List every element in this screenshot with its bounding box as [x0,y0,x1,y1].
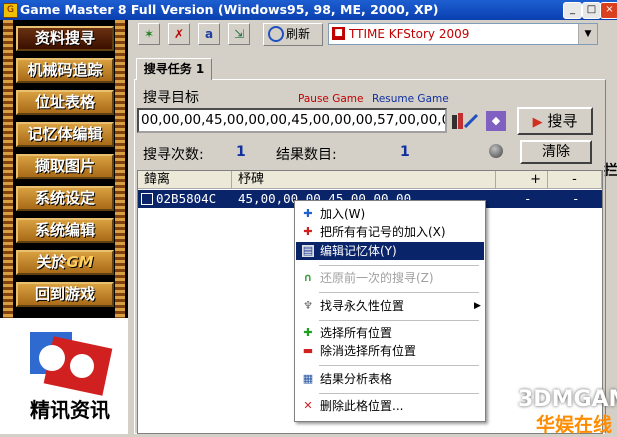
menu-separator [319,393,479,394]
right-edge-panel [606,50,617,434]
menu-item-deselect-all[interactable]: ▬ 除消选择所有位置 [296,342,484,360]
plus-icon: ✚ [303,225,313,238]
menu-item-result-analysis[interactable]: ▦ 结果分析表格 [296,370,484,388]
play-icon: ▶ [532,115,543,130]
sidebar-item-back-to-game[interactable]: 回到游戏 [16,282,114,307]
title-bar[interactable]: G Game Master 8 Full Version (Windows95,… [0,0,617,20]
search-type-icon[interactable] [451,111,479,131]
sidebar-item-capture-image[interactable]: 撷取图片 [16,154,114,179]
minimize-button[interactable]: _ [563,2,582,19]
logo-mark-icon [30,332,113,396]
refresh-icon [268,26,284,42]
menu-item-undo-search-label: 还原前一次的搜寻(Z) [320,271,434,285]
menu-item-delete-position[interactable]: ✕ 删除此格位置... [296,397,484,415]
menu-item-result-analysis-label: 结果分析表格 [320,372,393,386]
process-select[interactable]: ■ TTIME KFStory 2009 ▼ [328,23,598,45]
sidebar-item-data-search[interactable]: 资料搜寻 [16,26,114,51]
menu-item-add-all-marked[interactable]: ✚ 把所有有记号的加入(X) [296,223,484,241]
resume-game-link[interactable]: Resume Game [372,93,449,105]
app-icon: G [3,3,18,18]
text-icon[interactable]: a [198,23,220,45]
context-menu: ✚ 加入(W) ✚ 把所有有记号的加入(X) ▤ 编辑记忆体(Y) ∩ 还原前一次的搜寻… [294,200,486,422]
delete-task-icon[interactable]: ✗ [168,23,190,45]
menu-item-select-all[interactable]: ✚ 选择所有位置 [296,324,484,342]
toolbar: ✶ ✗ a ⇲ 刷新 ■ TTIME KFStory 2009 ▼ [128,20,617,50]
close-button[interactable]: × [600,2,617,19]
column-header-value[interactable]: 杼碑 [232,171,496,189]
sidebar-item-system-edit[interactable]: 系统编辑 [16,218,114,243]
plus-icon: ✚ [303,326,313,339]
process-icon: ■ [332,27,345,40]
menu-item-edit-memory-label: 编辑记忆体(Y) [320,244,397,258]
table-icon: ▦ [302,372,314,385]
menu-item-select-all-label: 选择所有位置 [320,326,393,340]
menu-item-delete-position-label: 删除此格位置... [320,399,404,413]
pause-game-link[interactable]: Pause Game [298,93,363,105]
menu-item-deselect-all-label: 除消选择所有位置 [320,344,417,358]
menu-item-add[interactable]: ✚ 加入(W) [296,205,484,223]
chevron-down-icon[interactable]: ▼ [578,24,597,44]
logo-text: 精讯资讯 [30,398,110,422]
column-header-address[interactable]: 鍏离 [138,171,232,189]
watermark-line2: 华娱在线 [536,414,613,436]
row-plus: - [524,191,532,206]
refresh-label: 刷新 [286,27,311,41]
clear-button[interactable]: 清除 [520,140,592,164]
search-value-input[interactable]: 00,00,00,45,00,00,00,45,00,00,00,57,00,0… [137,108,447,133]
submenu-arrow-icon: ▶ [474,301,481,311]
maximize-button[interactable]: □ [582,2,601,19]
sidebar-rail-right [115,20,125,320]
minus-icon: ▬ [302,344,314,357]
menu-item-find-permanent[interactable]: ♆ 找寻永久性位置 ▶ [296,297,484,315]
plus-icon: ✚ [303,207,313,220]
row-minus: - [572,191,580,206]
menu-separator [319,265,479,266]
tab-search-task-1[interactable]: 搜寻任务 1 [136,58,212,80]
search-options-icon[interactable]: ◆ [486,111,506,131]
search-count-value: 1 [236,144,246,160]
sidebar-rail-left [3,20,13,320]
sidebar-item-machine-code-trace[interactable]: 机械码追踪 [16,58,114,83]
result-count-value: 1 [400,144,410,160]
window-title: Game Master 8 Full Version (Windows95, 9… [20,2,439,17]
undo-icon: ∩ [303,271,313,284]
menu-separator [319,292,479,293]
search-button-label: 搜寻 [547,112,578,130]
menu-item-edit-memory[interactable]: ▤ 编辑记忆体(Y) [296,242,484,260]
process-value: TTIME KFStory 2009 [349,27,470,41]
search-button[interactable]: ▶ 搜寻 [517,107,593,135]
menu-item-add-label: 加入(W) [320,207,366,221]
watermark-line1: 3DMGAME [518,387,617,412]
column-header-plus[interactable]: + [496,171,548,189]
search-count-label: 搜寻次数: [143,147,204,163]
gm-badge: GM [66,253,94,271]
export-icon[interactable]: ⇲ [228,23,250,45]
row-checkbox[interactable] [141,193,153,205]
about-label: 关於 [36,253,67,271]
company-logo: 精讯资讯 [0,318,128,434]
edit-icon: ▤ [302,244,314,257]
refresh-button[interactable]: 刷新 [263,23,323,46]
menu-item-add-all-marked-label: 把所有有记号的加入(X) [320,225,446,239]
result-count-label: 结果数目: [276,147,337,163]
find-icon: ♆ [303,299,313,312]
delete-icon: ✕ [303,399,313,412]
menu-item-find-permanent-label: 找寻永久性位置 [320,299,405,313]
search-target-label: 搜寻目标 [143,90,199,106]
menu-separator [319,320,479,321]
status-indicator-icon [489,144,503,158]
sidebar-item-about[interactable]: 关於GM [16,250,114,275]
result-list-header: 鍏离 杼碑 + - [138,171,602,189]
sidebar-item-address-table[interactable]: 位址表格 [16,90,114,115]
menu-item-undo-search: ∩ 还原前一次的搜寻(Z) [296,269,484,287]
sidebar-item-memory-edit[interactable]: 记忆体编辑 [16,122,114,147]
sidebar-item-system-settings[interactable]: 系统设定 [16,186,114,211]
new-search-icon[interactable]: ✶ [138,23,160,45]
menu-separator [319,365,479,366]
column-header-minus[interactable]: - [548,171,602,189]
row-address: 02B5804C [156,191,217,206]
